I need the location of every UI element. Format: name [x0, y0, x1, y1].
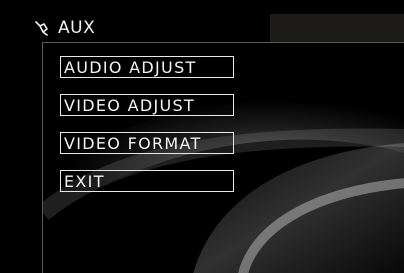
source-indicator: AUX: [34, 16, 95, 40]
source-label: AUX: [58, 18, 96, 38]
aux-plug-icon: [34, 20, 50, 36]
menu-item-audio-adjust[interactable]: AUDIO ADJUST: [60, 56, 234, 78]
top-bar-block: [270, 14, 404, 42]
menu-item-video-format[interactable]: VIDEO FORMAT: [60, 132, 234, 154]
menu-item-exit[interactable]: EXIT: [60, 170, 234, 192]
menu-item-video-adjust[interactable]: VIDEO ADJUST: [60, 94, 234, 116]
settings-menu: AUDIO ADJUST VIDEO ADJUST VIDEO FORMAT E…: [60, 56, 234, 208]
aux-menu-screen: AUX AUDIO ADJUST VIDEO ADJUST VIDEO FORM…: [0, 0, 404, 273]
